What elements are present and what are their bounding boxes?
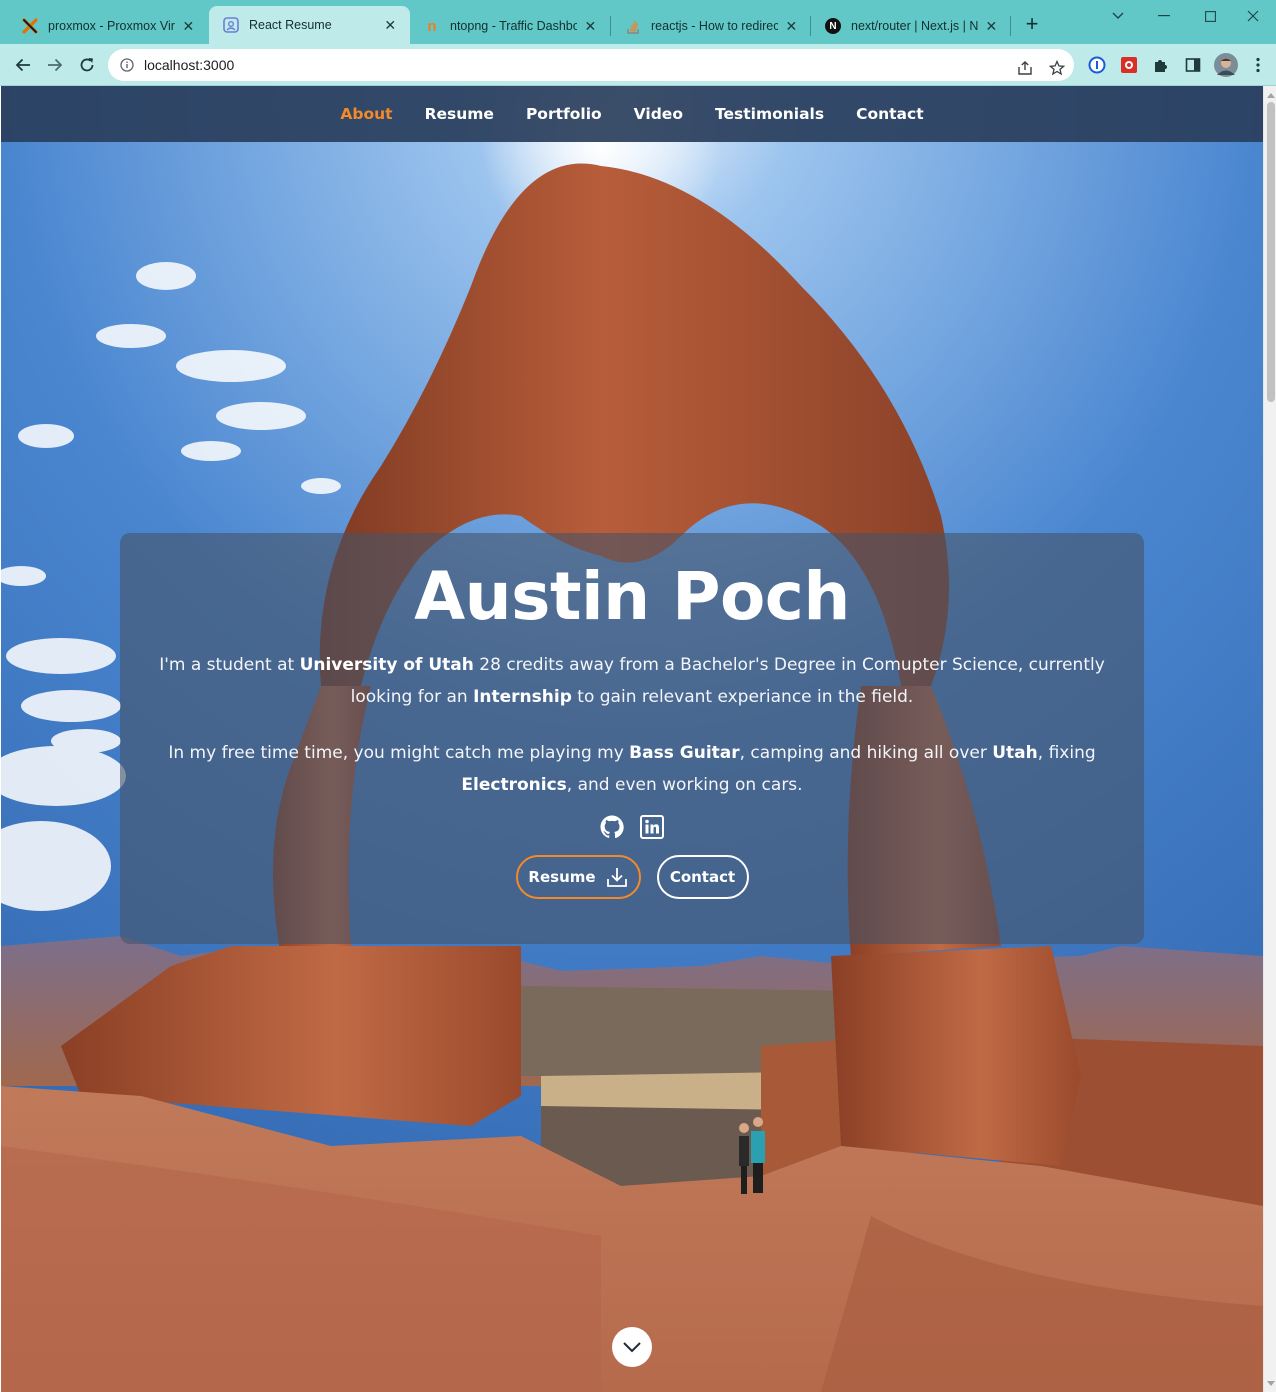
nav-testimonials[interactable]: Testimonials bbox=[715, 105, 824, 123]
hero-card: Austin Poch I'm a student at University … bbox=[120, 533, 1144, 944]
browser-menu-icon[interactable] bbox=[1248, 55, 1268, 75]
social-links bbox=[120, 815, 1144, 839]
ntopng-icon: n bbox=[427, 17, 437, 35]
highlight-bass-guitar: Bass Guitar bbox=[629, 743, 740, 763]
forward-button[interactable] bbox=[42, 52, 68, 78]
tab-proxmox[interactable]: proxmox - Proxmox Virtual Environment ✕ bbox=[8, 8, 208, 44]
tab-nextjs[interactable]: N next/router | Next.js | Next.js ✕ bbox=[811, 8, 1011, 44]
side-panel-icon[interactable] bbox=[1183, 55, 1203, 75]
bookmark-star-icon[interactable] bbox=[1047, 58, 1067, 78]
back-button[interactable] bbox=[10, 52, 36, 78]
hero-buttons: Resume Contact bbox=[120, 855, 1144, 899]
tab-title: reactjs - How to redirect bbox=[651, 19, 778, 33]
download-icon bbox=[606, 866, 628, 888]
avatar[interactable] bbox=[1214, 53, 1238, 77]
hero-intro-paragraph: I'm a student at University of Utah 28 c… bbox=[152, 649, 1112, 713]
info-icon[interactable] bbox=[120, 58, 134, 72]
nextjs-icon: N bbox=[825, 18, 841, 34]
extensions-puzzle-icon[interactable] bbox=[1151, 55, 1171, 75]
text-span: I'm a student at bbox=[159, 655, 300, 675]
highlight-university: University of Utah bbox=[299, 655, 474, 675]
maximize-button[interactable] bbox=[1187, 4, 1233, 28]
browser-toolbar: localhost:3000 bbox=[0, 44, 1276, 86]
scroll-up-arrow-icon[interactable] bbox=[1266, 90, 1275, 100]
close-icon[interactable]: ✕ bbox=[383, 17, 398, 34]
minimize-button[interactable] bbox=[1141, 4, 1187, 28]
text-span: to gain relevant experiance in the field… bbox=[571, 687, 914, 707]
resume-button[interactable]: Resume bbox=[515, 855, 641, 899]
close-icon[interactable]: ✕ bbox=[583, 18, 598, 35]
react-resume-icon bbox=[223, 17, 239, 33]
contact-button[interactable]: Contact bbox=[656, 855, 749, 899]
page-scrollbar[interactable] bbox=[1263, 86, 1276, 1392]
reload-button[interactable] bbox=[74, 52, 100, 78]
highlight-electronics: Electronics bbox=[461, 775, 567, 795]
close-icon[interactable]: ✕ bbox=[784, 18, 799, 35]
scroll-down-arrow-icon[interactable] bbox=[1266, 1378, 1275, 1388]
tab-stackoverflow[interactable]: reactjs - How to redirect ✕ bbox=[611, 8, 811, 44]
linkedin-icon[interactable] bbox=[640, 815, 664, 839]
tab-react-resume[interactable]: React Resume ✕ bbox=[209, 6, 410, 44]
text-span: , fixing bbox=[1037, 743, 1096, 763]
tab-title: next/router | Next.js | Next.js bbox=[851, 19, 978, 33]
tab-title: proxmox - Proxmox Virtual Environment bbox=[48, 19, 175, 33]
tab-title: ntopng - Traffic Dashboard bbox=[450, 19, 577, 33]
new-tab-button[interactable]: + bbox=[1020, 12, 1044, 36]
highlight-internship: Internship bbox=[473, 687, 572, 707]
highlight-utah: Utah bbox=[992, 743, 1038, 763]
tab-separator bbox=[1010, 16, 1011, 36]
chevron-down-icon bbox=[622, 1341, 642, 1353]
stackoverflow-icon bbox=[625, 18, 641, 34]
close-icon[interactable]: ✕ bbox=[181, 18, 196, 35]
close-icon[interactable]: ✕ bbox=[984, 18, 999, 35]
hero-name: Austin Poch bbox=[414, 558, 850, 635]
page-viewport: About Resume Portfolio Video Testimonial… bbox=[1, 86, 1263, 1392]
resume-button-label: Resume bbox=[528, 868, 596, 886]
text-span: , and even working on cars. bbox=[566, 775, 803, 795]
chevron-down-icon[interactable] bbox=[1095, 4, 1141, 28]
text-span: In my free time time, you might catch me… bbox=[168, 743, 630, 763]
text-span: , camping and hiking all over bbox=[739, 743, 993, 763]
tab-ntopng[interactable]: n ntopng - Traffic Dashboard ✕ bbox=[410, 8, 610, 44]
password-manager-icon[interactable] bbox=[1087, 55, 1107, 75]
tab-strip: proxmox - Proxmox Virtual Environment ✕ … bbox=[0, 0, 1276, 44]
nav-resume[interactable]: Resume bbox=[425, 105, 494, 123]
scroll-down-button[interactable] bbox=[612, 1327, 652, 1367]
nav-video[interactable]: Video bbox=[634, 105, 683, 123]
nav-portfolio[interactable]: Portfolio bbox=[526, 105, 602, 123]
close-window-button[interactable] bbox=[1230, 4, 1276, 28]
address-bar[interactable]: localhost:3000 bbox=[108, 49, 1074, 81]
site-navigation: About Resume Portfolio Video Testimonial… bbox=[1, 86, 1263, 142]
hero-hobbies-paragraph: In my free time time, you might catch me… bbox=[152, 737, 1112, 801]
url-text: localhost:3000 bbox=[144, 57, 235, 73]
nav-contact[interactable]: Contact bbox=[856, 105, 924, 123]
scrollbar-thumb[interactable] bbox=[1267, 102, 1275, 402]
nav-about[interactable]: About bbox=[340, 105, 392, 123]
extension-red-icon[interactable] bbox=[1119, 55, 1139, 75]
proxmox-icon bbox=[22, 18, 38, 34]
tab-title: React Resume bbox=[249, 18, 332, 32]
github-icon[interactable] bbox=[600, 815, 624, 839]
share-icon[interactable] bbox=[1015, 58, 1035, 78]
